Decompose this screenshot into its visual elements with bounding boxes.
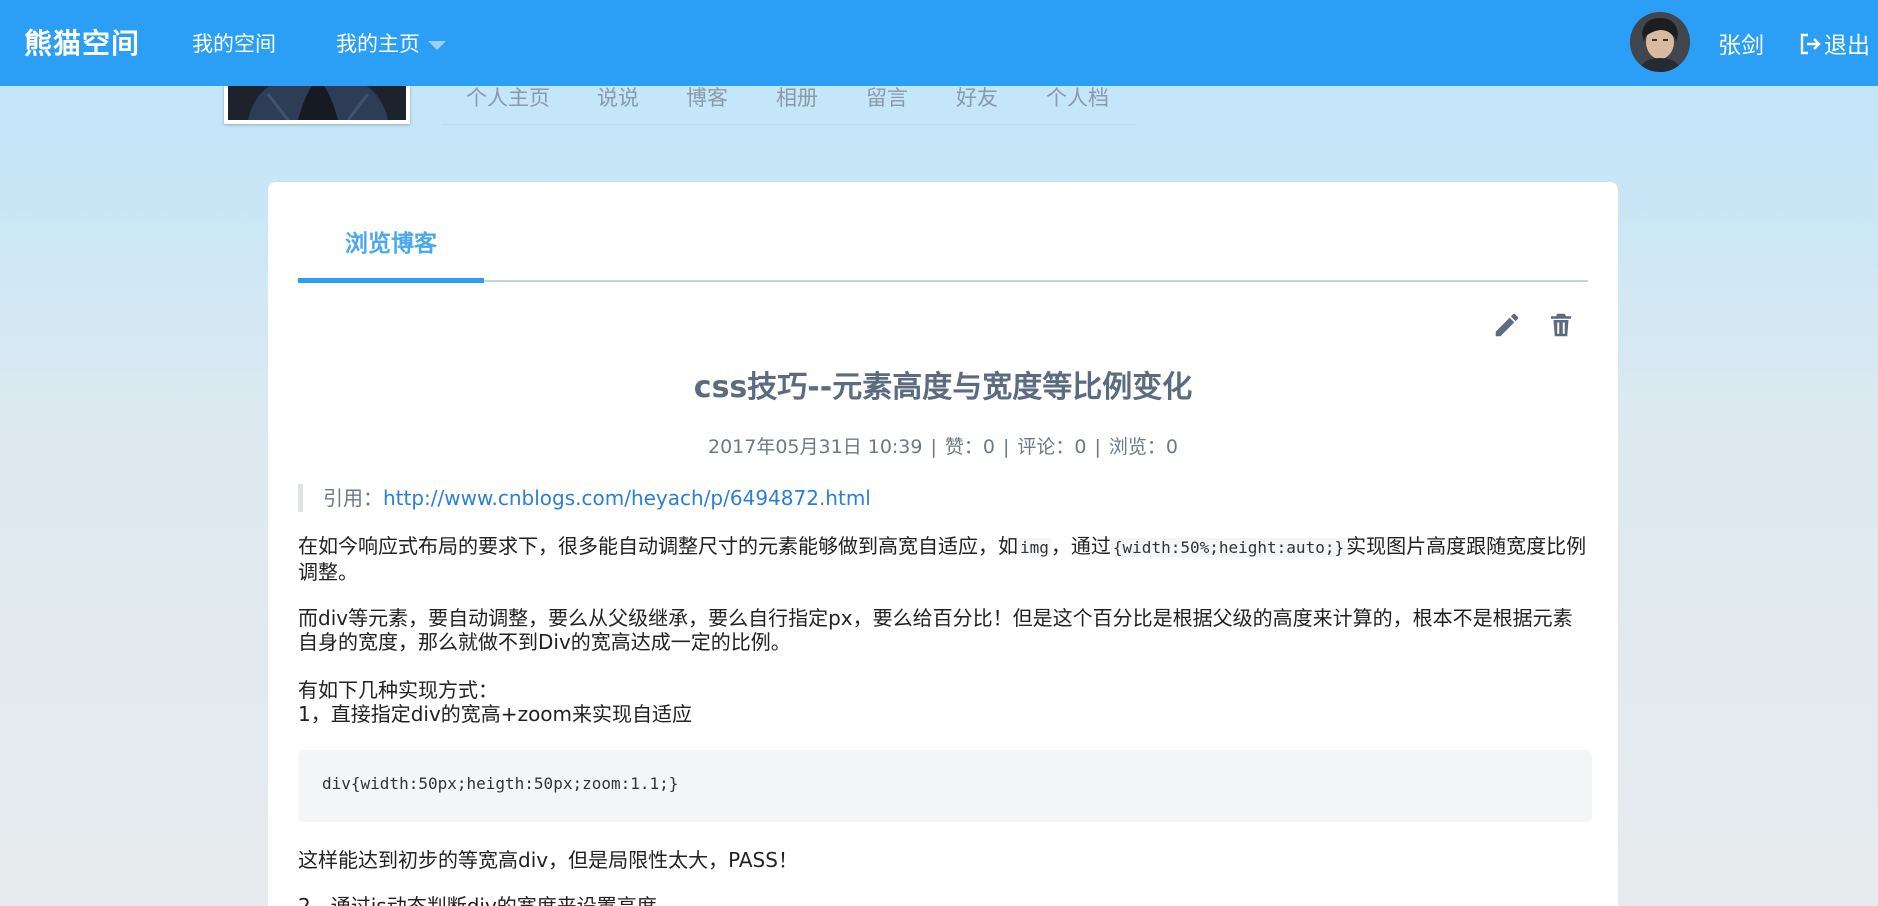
- code-block: div{width:50px;heigth:50px;zoom:1.1;}: [298, 750, 1592, 822]
- tab-browse-blog[interactable]: 浏览博客: [298, 230, 484, 283]
- profile-nav-messages[interactable]: 留言: [866, 82, 908, 112]
- paragraph-5: 2，通过js动态判断div的宽度来设置高度: [298, 894, 657, 906]
- p3-line-2: 1，直接指定div的宽高+zoom来实现自适应: [298, 702, 693, 726]
- paragraph-4: 这样能达到初步的等宽高div，但是局限性太大，PASS！: [298, 848, 798, 872]
- caret-down-icon: [428, 40, 446, 50]
- trash-icon: [1551, 313, 1571, 337]
- nav-my-homepage[interactable]: 我的主页: [336, 28, 446, 58]
- code-block-text: div{width:50px;heigth:50px;zoom:1.1;}: [322, 774, 679, 793]
- profile-nav: 个人主页 说说 博客 相册 留言 好友 个人档: [442, 82, 1136, 125]
- post-likes[interactable]: 赞：0: [945, 436, 995, 458]
- post-views: 浏览：0: [1108, 436, 1178, 458]
- paragraph-2: 而div等元素，要自动调整，要么从父级继承，要么自行指定px，要么给百分比！但是…: [298, 606, 1573, 654]
- top-navbar: 熊猫空间 我的空间 我的主页 张剑 退出: [0, 0, 1878, 86]
- tab-active-indicator: [298, 278, 484, 283]
- pencil-icon: [1495, 313, 1519, 337]
- p3-line-1: 有如下几种实现方式：: [298, 678, 498, 702]
- profile-nav-blog[interactable]: 博客: [686, 82, 728, 112]
- nav-my-space[interactable]: 我的空间: [192, 28, 276, 58]
- user-avatar[interactable]: [1630, 12, 1690, 72]
- delete-button[interactable]: [1546, 310, 1576, 340]
- quote-label: 引用：: [323, 486, 383, 510]
- profile-nav-friends[interactable]: 好友: [956, 82, 998, 112]
- paragraph-3: 有如下几种实现方式： 1，直接指定div的宽高+zoom来实现自适应: [298, 678, 1592, 726]
- profile-nav-profile[interactable]: 个人档: [1046, 82, 1109, 112]
- quote-block: 引用：http://www.cnblogs.com/heyach/p/64948…: [298, 484, 871, 512]
- post-title: css技巧--元素高度与宽度等比例变化: [693, 370, 1193, 405]
- logout-label: 退出: [1824, 33, 1870, 59]
- p1-code-img: img: [1018, 538, 1051, 557]
- tab-browse-blog-label: 浏览博客: [345, 231, 437, 257]
- blog-card: 浏览博客 css技巧--元素高度与宽度等比例变化 2017年05月31日 10:…: [268, 182, 1618, 906]
- profile-nav-homepage[interactable]: 个人主页: [466, 82, 550, 112]
- logout-button[interactable]: 退出: [1798, 26, 1870, 60]
- quote-link[interactable]: http://www.cnblogs.com/heyach/p/6494872.…: [383, 486, 871, 510]
- post-meta: 2017年05月31日 10:39 | 赞：0 | 评论：0 | 浏览：0: [707, 436, 1178, 458]
- profile-nav-album[interactable]: 相册: [776, 82, 818, 112]
- nav-my-homepage-label: 我的主页: [336, 32, 420, 56]
- tab-bar: 浏览博客: [298, 230, 1588, 283]
- avatar-image: [1630, 12, 1690, 72]
- edit-button[interactable]: [1492, 310, 1522, 340]
- p1-code-css: {width:50%;height:auto;}: [1110, 538, 1347, 557]
- profile-nav-moments[interactable]: 说说: [597, 82, 639, 112]
- p1-text-b: ，通过: [1050, 534, 1111, 558]
- post-comments[interactable]: 评论：0: [1017, 436, 1086, 458]
- paragraph-1: 在如今响应式布局的要求下，很多能自动调整尺寸的元素能够做到高宽自适应，如 img，…: [298, 534, 1592, 584]
- username[interactable]: 张剑: [1718, 26, 1764, 60]
- post-date: 2017年05月31日 10:39: [707, 436, 923, 458]
- p1-text-a: 在如今响应式布局的要求下，很多能自动调整尺寸的元素能够做到高宽自适应，如: [298, 534, 1018, 558]
- logout-icon: [1800, 33, 1821, 55]
- brand-logo[interactable]: 熊猫空间: [24, 22, 140, 62]
